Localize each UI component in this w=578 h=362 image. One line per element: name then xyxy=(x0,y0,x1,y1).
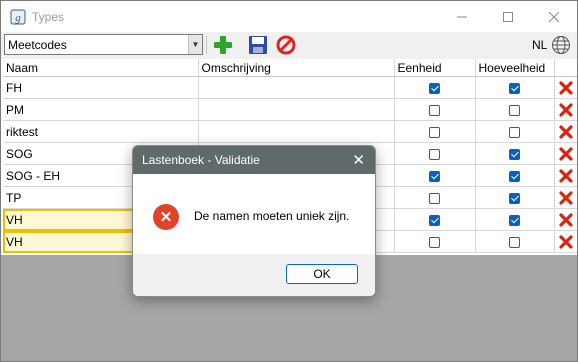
eenheid-checkbox[interactable] xyxy=(429,126,440,138)
eenheid-checkbox[interactable] xyxy=(429,192,440,204)
cell-eenheid xyxy=(394,98,476,121)
eenheid-checkbox[interactable] xyxy=(429,170,440,182)
cell-eenheid xyxy=(394,164,476,187)
eenheid-checkbox[interactable] xyxy=(429,104,440,116)
cell-delete xyxy=(554,164,577,187)
delete-icon[interactable] xyxy=(558,146,574,162)
save-icon[interactable] xyxy=(248,35,268,55)
hoeveelheid-checkbox[interactable] xyxy=(509,236,520,248)
app-icon: g xyxy=(10,9,26,25)
hoeveelheid-checkbox[interactable] xyxy=(509,104,520,116)
delete-icon[interactable] xyxy=(558,102,574,118)
eenheid-checkbox[interactable] xyxy=(429,214,440,226)
cell-eenheid xyxy=(394,230,476,253)
delete-icon[interactable] xyxy=(558,124,574,140)
cell-hoeveelheid xyxy=(475,98,555,121)
toolbar-separator xyxy=(206,36,207,54)
column-header-hoeveelheid[interactable]: Hoeveelheid xyxy=(475,59,555,77)
hoeveelheid-checkbox[interactable] xyxy=(509,148,520,160)
column-header-eenheid[interactable]: Eenheid xyxy=(394,59,476,77)
cell-eenheid xyxy=(394,120,476,143)
cell-delete xyxy=(554,208,577,231)
dialog-message: De namen moeten uniek zijn. xyxy=(194,209,350,223)
cell-hoeveelheid xyxy=(475,186,555,209)
globe-icon[interactable] xyxy=(551,35,571,55)
toolbar: Meetcodes ▼ NL xyxy=(1,32,577,59)
cell-delete xyxy=(554,230,577,253)
column-header-naam[interactable]: Naam xyxy=(3,59,199,77)
maximize-icon xyxy=(503,11,513,22)
svg-text:g: g xyxy=(15,12,21,24)
cell-delete xyxy=(554,120,577,143)
type-select-value: Meetcodes xyxy=(8,38,67,52)
cell-eenheid xyxy=(394,186,476,209)
close-button[interactable] xyxy=(531,1,577,32)
cell-omschrijving[interactable] xyxy=(198,98,395,121)
minimize-icon xyxy=(457,16,467,17)
cell-hoeveelheid xyxy=(475,230,555,253)
cell-delete xyxy=(554,142,577,165)
cell-hoeveelheid xyxy=(475,208,555,231)
delete-icon[interactable] xyxy=(558,190,574,206)
cell-eenheid xyxy=(394,76,476,99)
hoeveelheid-checkbox[interactable] xyxy=(509,192,520,204)
cell-eenheid xyxy=(394,208,476,231)
table-row[interactable]: PM xyxy=(3,98,577,121)
dialog-title: Lastenboek - Validatie xyxy=(142,153,260,167)
eenheid-checkbox[interactable] xyxy=(429,236,440,248)
delete-icon[interactable] xyxy=(558,168,574,184)
cell-delete xyxy=(554,98,577,121)
minimize-button[interactable] xyxy=(439,1,485,32)
error-icon: ✕ xyxy=(153,204,179,230)
language-label: NL xyxy=(532,38,548,52)
eenheid-checkbox[interactable] xyxy=(429,82,440,94)
cell-hoeveelheid xyxy=(475,76,555,99)
cell-delete xyxy=(554,186,577,209)
maximize-button[interactable] xyxy=(485,1,531,32)
hoeveelheid-checkbox[interactable] xyxy=(509,214,520,226)
delete-icon[interactable] xyxy=(558,212,574,228)
dialog-close-icon[interactable]: ✕ xyxy=(352,151,365,169)
validation-dialog: Lastenboek - Validatie ✕ ✕ De namen moet… xyxy=(132,145,376,297)
dialog-title-bar: Lastenboek - Validatie ✕ xyxy=(133,146,375,174)
ok-button[interactable]: OK xyxy=(286,264,358,284)
hoeveelheid-checkbox[interactable] xyxy=(509,170,520,182)
window-title: Types xyxy=(32,10,65,24)
title-bar: g Types xyxy=(1,1,577,32)
cell-hoeveelheid xyxy=(475,142,555,165)
table-row[interactable]: riktest xyxy=(3,120,577,143)
eenheid-checkbox[interactable] xyxy=(429,148,440,160)
chevron-down-icon[interactable]: ▼ xyxy=(188,35,202,54)
column-header-delete xyxy=(554,59,577,77)
add-icon[interactable] xyxy=(213,35,233,55)
close-icon xyxy=(549,11,559,22)
dialog-footer: OK xyxy=(133,254,375,296)
type-select[interactable]: Meetcodes ▼ xyxy=(4,34,203,55)
cell-eenheid xyxy=(394,142,476,165)
cell-delete xyxy=(554,76,577,99)
delete-icon[interactable] xyxy=(558,234,574,250)
cell-omschrijving[interactable] xyxy=(198,120,395,143)
hoeveelheid-checkbox[interactable] xyxy=(509,126,520,138)
delete-icon[interactable] xyxy=(558,80,574,96)
cell-omschrijving[interactable] xyxy=(198,76,395,99)
table-header-row: Naam Omschrijving Eenheid Hoeveelheid xyxy=(3,59,577,77)
cell-naam[interactable]: riktest xyxy=(3,120,199,143)
table-row[interactable]: FH xyxy=(3,76,577,99)
cell-naam[interactable]: PM xyxy=(3,98,199,121)
cell-hoeveelheid xyxy=(475,120,555,143)
cell-naam[interactable]: FH xyxy=(3,76,199,99)
column-header-omschrijving[interactable]: Omschrijving xyxy=(198,59,395,77)
hoeveelheid-checkbox[interactable] xyxy=(509,82,520,94)
cancel-icon[interactable] xyxy=(276,35,296,55)
cell-hoeveelheid xyxy=(475,164,555,187)
